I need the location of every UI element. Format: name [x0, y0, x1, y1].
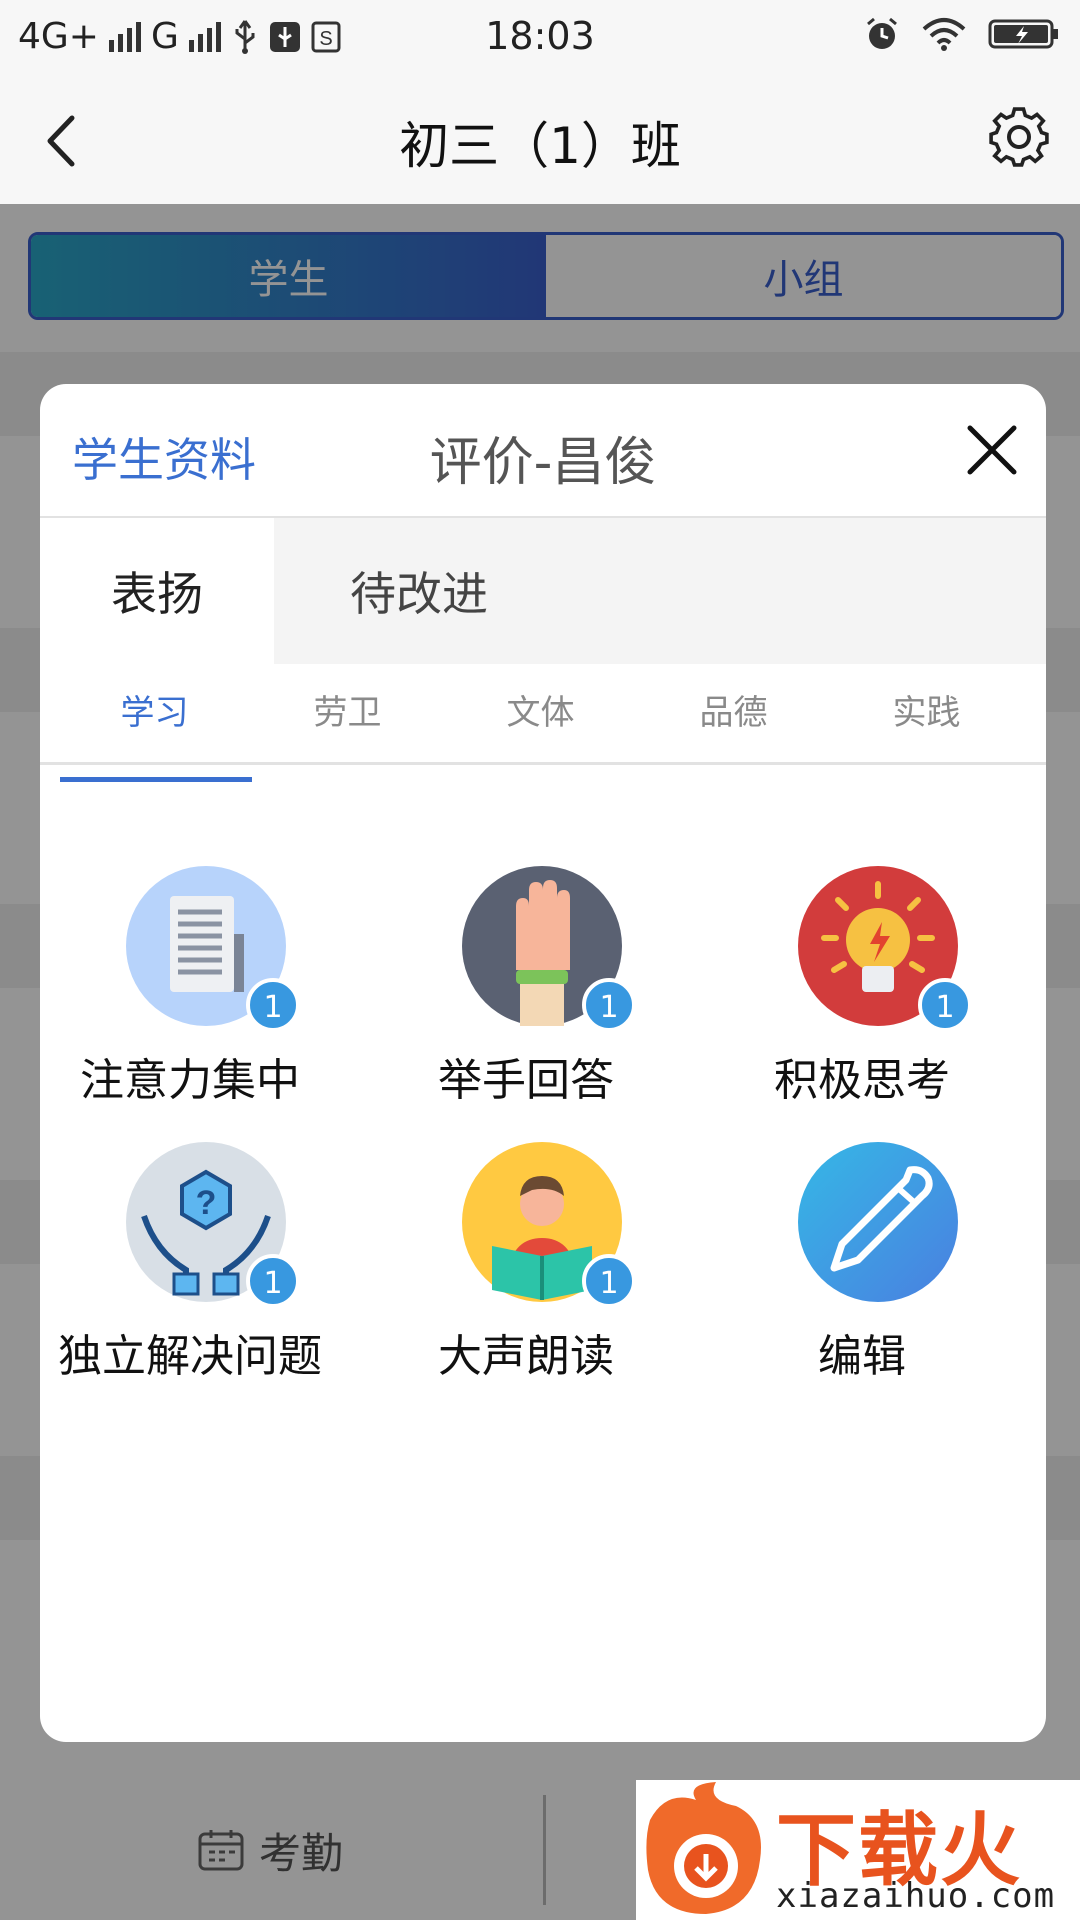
tab-morality[interactable]: 品德 [637, 664, 830, 762]
pencil-icon [798, 1142, 958, 1302]
lightbulb-icon: 1 [798, 866, 972, 1032]
edit-button[interactable]: 编辑 [712, 1142, 1012, 1402]
battery-icon [988, 19, 1058, 49]
tab-improve[interactable]: 待改进 [274, 518, 574, 664]
watermark-url: xiazaihuo.com [776, 1876, 1056, 1916]
item-label: 独立解决问题 [58, 1331, 322, 1382]
document-icon: 1 [126, 866, 300, 1032]
category-tabs: 学习 劳卫 文体 品德 实践 [40, 664, 1046, 765]
flame-logo-icon [646, 1782, 761, 1914]
close-icon [967, 425, 1017, 475]
evaluation-item[interactable]: 1 积极思考 [712, 866, 1012, 1126]
item-label: 注意力集中 [80, 1055, 300, 1106]
evaluation-item[interactable]: ? 1 独立解决问题 [40, 1142, 340, 1402]
close-button[interactable] [964, 422, 1020, 478]
modal-title: 评价-昌俊 [429, 433, 657, 493]
evaluation-item[interactable]: 1 举手回答 [376, 866, 676, 1126]
tab-practice[interactable]: 实践 [830, 664, 1023, 762]
tab-praise[interactable]: 表扬 [40, 518, 274, 664]
evaluation-modal: 学生资料 评价-昌俊 表扬 待改进 学习 劳卫 文体 品德 实践 1 注意力集中 [40, 384, 1046, 1742]
count-badge: 1 [246, 1254, 300, 1308]
gear-icon [989, 107, 1049, 167]
count-badge: 1 [582, 978, 636, 1032]
active-tab-indicator [60, 777, 252, 782]
count-badge: 1 [246, 978, 300, 1032]
count-badge: 1 [918, 978, 972, 1032]
tab-labor[interactable]: 劳卫 [251, 664, 444, 762]
alarm-icon [867, 17, 897, 49]
item-label: 编辑 [818, 1331, 906, 1382]
item-label: 举手回答 [438, 1055, 614, 1106]
tab-arts-sports[interactable]: 文体 [444, 664, 637, 762]
evaluation-item[interactable]: 1 注意力集中 [40, 866, 340, 1126]
item-label: 大声朗读 [438, 1331, 614, 1382]
tab-study[interactable]: 学习 [58, 664, 251, 762]
nav-bar: 初三（1）班 [0, 76, 1080, 204]
hands-question-icon: ? 1 [126, 1142, 300, 1308]
reading-person-icon: 1 [462, 1142, 636, 1308]
count-badge: 1 [582, 1254, 636, 1308]
evaluation-item[interactable]: 1 大声朗读 [376, 1142, 676, 1402]
page-title: 初三（1）班 [399, 117, 681, 175]
modal-header: 学生资料 评价-昌俊 [40, 384, 1046, 519]
watermark: 下载火 xiazaihuo.com [636, 1780, 1080, 1920]
raised-hand-icon: 1 [462, 866, 636, 1032]
item-label: 积极思考 [774, 1055, 950, 1106]
status-right [864, 16, 1060, 52]
svg-text:?: ? [196, 1184, 217, 1222]
status-bar: 4G+ G S 18:03 [0, 0, 1080, 76]
wifi-icon [922, 18, 966, 51]
settings-button[interactable] [984, 102, 1054, 172]
evaluation-type-tabs: 表扬 待改进 [40, 518, 1046, 664]
